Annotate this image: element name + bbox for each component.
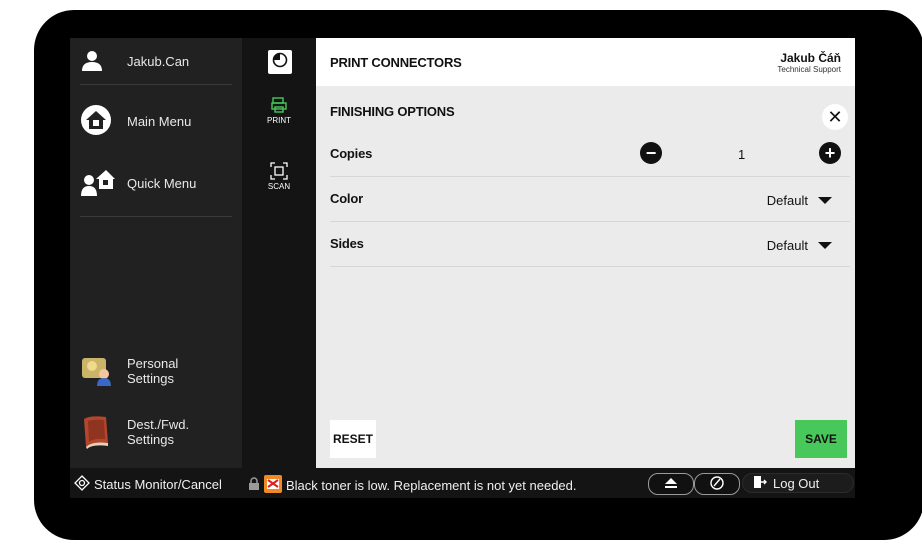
eject-button[interactable] xyxy=(648,473,694,495)
main-menu-button[interactable]: Main Menu xyxy=(70,104,242,138)
sides-value: Default xyxy=(766,238,808,253)
logout-button[interactable]: Log Out xyxy=(742,473,854,493)
user-icon xyxy=(80,50,104,75)
left-menu: Jakub.Can Main Menu Quick Menu Personal … xyxy=(70,38,242,468)
copies-value: 1 xyxy=(738,147,746,162)
home-icon xyxy=(80,104,112,139)
chevron-down-icon xyxy=(818,197,832,204)
dest-fwd-settings-label: Dest./Fwd. Settings xyxy=(127,417,190,447)
divider xyxy=(80,84,232,85)
personal-settings-button[interactable]: Personal Settings xyxy=(70,352,242,388)
sides-row[interactable]: Sides Default xyxy=(330,222,850,267)
color-row[interactable]: Color Default xyxy=(330,177,850,222)
copies-row: Copies − 1 + xyxy=(330,132,850,177)
dest-fwd-settings-button[interactable]: Dest./Fwd. Settings xyxy=(70,412,242,452)
ecology-button[interactable] xyxy=(694,473,740,495)
user-button[interactable]: Jakub.Can xyxy=(70,50,242,74)
scan-icon xyxy=(270,162,288,182)
decrease-copies-button[interactable]: − xyxy=(640,142,662,164)
personal-settings-icon xyxy=(80,352,114,389)
personal-settings-label: Personal Settings xyxy=(127,356,179,386)
timer-button[interactable] xyxy=(268,50,292,74)
lock-icon xyxy=(248,477,260,494)
close-icon: ✕ xyxy=(827,106,843,127)
status-monitor-label: Status Monitor/Cancel xyxy=(94,477,222,492)
divider xyxy=(80,216,232,217)
status-monitor-button[interactable]: Status Monitor/Cancel xyxy=(74,475,222,494)
save-button[interactable]: SAVE xyxy=(795,420,847,458)
quick-menu-button[interactable]: Quick Menu xyxy=(70,166,242,200)
close-button[interactable]: ✕ xyxy=(822,104,848,130)
quick-menu-label: Quick Menu xyxy=(127,176,197,191)
user-label: Jakub.Can xyxy=(127,54,190,69)
user-name: Jakub Čáň xyxy=(780,51,841,65)
address-book-icon xyxy=(80,413,112,452)
status-message: Black toner is low. Replacement is not y… xyxy=(286,478,577,493)
status-monitor-icon xyxy=(74,475,90,494)
status-message-area: Black toner is low. Replacement is not y… xyxy=(248,475,577,496)
current-user: Jakub Čáň Technical Support xyxy=(777,51,841,74)
color-dropdown[interactable]: Default xyxy=(767,193,832,208)
eject-icon xyxy=(664,477,678,492)
logout-label: Log Out xyxy=(773,475,820,491)
color-value: Default xyxy=(766,193,808,208)
main-menu-label: Main Menu xyxy=(127,114,192,129)
increase-copies-button[interactable]: + xyxy=(819,142,841,164)
status-bar: Status Monitor/Cancel Black toner is low… xyxy=(70,468,855,498)
plus-icon: + xyxy=(824,143,836,163)
color-label: Color xyxy=(330,191,363,206)
print-icon xyxy=(270,97,288,116)
section-title: FINISHING OPTIONS xyxy=(330,104,455,119)
function-column: PRINT SCAN xyxy=(242,38,316,468)
ecology-icon xyxy=(708,475,726,494)
print-function[interactable]: PRINT xyxy=(242,96,316,125)
page-title: PRINT CONNECTORS xyxy=(330,55,462,70)
sides-dropdown[interactable]: Default xyxy=(767,238,832,253)
warning-icon xyxy=(264,475,282,496)
scan-function[interactable]: SCAN xyxy=(242,162,316,191)
timer-icon xyxy=(272,52,288,73)
user-role: Technical Support xyxy=(777,65,841,74)
content-panel: PRINT CONNECTORS Jakub Čáň Technical Sup… xyxy=(316,38,855,468)
header-bar: PRINT CONNECTORS Jakub Čáň Technical Sup… xyxy=(316,38,855,86)
chevron-down-icon xyxy=(818,242,832,249)
logout-icon xyxy=(753,475,767,492)
reset-button[interactable]: RESET xyxy=(330,420,376,458)
quick-menu-icon xyxy=(80,167,116,200)
copies-label: Copies xyxy=(330,146,373,161)
screen: Jakub.Can Main Menu Quick Menu Personal … xyxy=(70,38,855,498)
minus-icon: − xyxy=(645,143,657,163)
sides-label: Sides xyxy=(330,236,364,251)
